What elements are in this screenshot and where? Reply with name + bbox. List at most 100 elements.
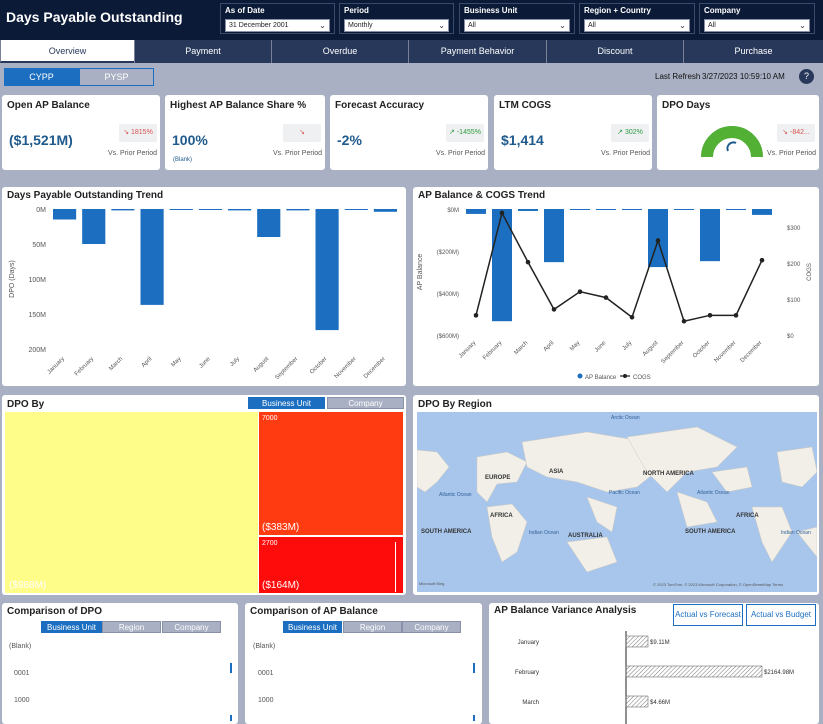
help-icon[interactable]: ?: [799, 69, 814, 84]
filter-label: Company: [704, 6, 741, 15]
filter-period[interactable]: Period Monthly ⌄: [339, 3, 454, 34]
y-tick-label: 150M: [28, 312, 46, 319]
dpo-by-card: DPO By Business Unit Company ($968M) 700…: [2, 395, 406, 595]
comp-dpo-company-button[interactable]: Company: [162, 621, 221, 633]
filter-label: Business Unit: [464, 6, 518, 15]
cypp-toggle[interactable]: CYPP: [4, 68, 79, 86]
y2-tick-label: $200: [787, 262, 801, 268]
kpi-card-open-ap-balance: Open AP Balance ($1,521M) ↘ 1815% Vs. Pr…: [2, 95, 160, 170]
tab-purchase[interactable]: Purchase: [683, 40, 823, 63]
kpi-period-label: Vs. Prior Period: [767, 150, 817, 157]
region-country-dropdown[interactable]: All ⌄: [584, 19, 690, 32]
x-tick-label: September: [660, 340, 685, 365]
company-dropdown[interactable]: All ⌄: [704, 19, 810, 32]
kpi-card-ltm-cogs: LTM COGS $1,414 ↗ 302% Vs. Prior Period: [494, 95, 652, 170]
filter-label: As of Date: [225, 6, 265, 15]
chevron-down-icon: ⌄: [319, 21, 326, 30]
kpi-badge: ↘ 1815%: [119, 124, 157, 142]
map-label: Arctic Ocean: [611, 415, 640, 421]
as-of-date-dropdown[interactable]: 31 December 2001 ⌄: [225, 19, 330, 32]
dpo-bar: [82, 209, 106, 244]
chart-title: DPO By: [7, 399, 45, 410]
chevron-down-icon: ⌄: [559, 21, 566, 30]
cogs-point: [629, 314, 635, 320]
comp-ap-region-button[interactable]: Region: [343, 621, 402, 633]
dpo-bar: [111, 209, 135, 211]
x-tick-label: October: [309, 356, 328, 375]
filter-business-unit[interactable]: Business Unit All ⌄: [459, 3, 575, 34]
treemap-cell[interactable]: 7000 ($383M): [258, 412, 403, 535]
dpo-bar: [53, 209, 77, 220]
kpi-card-dpo-days: DPO Days ↘ -842... Vs. Prior Period: [657, 95, 819, 170]
kpi-title: Highest AP Balance Share %: [170, 100, 307, 111]
dpo-trend-chart: 0M 50M 100M 150M 200M DPO (Days) January Februa…: [9, 207, 397, 381]
map-label: Atlantic Ocean: [697, 490, 730, 496]
kpi-badge: ↘: [283, 124, 321, 142]
ap-balance-bar: [752, 209, 772, 215]
legend-label: COGS: [633, 375, 651, 381]
chevron-down-icon: ⌄: [438, 21, 445, 30]
variance-data-label: $2164.98M: [764, 670, 794, 676]
comp-ap-company-button[interactable]: Company: [402, 621, 461, 633]
filter-as-of-date[interactable]: As of Date 31 December 2001 ⌄: [220, 3, 335, 34]
x-tick-label: June: [594, 340, 608, 354]
x-tick-label: May: [569, 340, 581, 352]
tab-payment[interactable]: Payment: [134, 40, 271, 63]
report-header: Days Payable Outstanding As of Date 31 D…: [0, 0, 823, 40]
chevron-down-icon: ⌄: [799, 21, 806, 30]
filter-region-country[interactable]: Region + Country All ⌄: [579, 3, 695, 34]
world-map[interactable]: [417, 412, 817, 592]
x-tick-label: March: [513, 340, 529, 356]
kpi-badge: ↗ 302%: [611, 124, 649, 142]
kpi-title: LTM COGS: [499, 100, 552, 111]
treemap-cell[interactable]: ($968M): [5, 412, 258, 593]
filter-company[interactable]: Company All ⌄: [699, 3, 815, 34]
y-tick-label: ($400M): [437, 292, 459, 298]
ap-balance-bar: [518, 209, 538, 211]
kpi-badge: ↘ -842...: [777, 124, 815, 142]
dpo-bar: [257, 209, 281, 237]
ap-balance-bar: [596, 209, 616, 210]
chart-title: Comparison of AP Balance: [250, 606, 378, 617]
tab-discount[interactable]: Discount: [546, 40, 683, 63]
x-tick-label: September: [274, 356, 299, 381]
tab-overdue[interactable]: Overdue: [271, 40, 408, 63]
map-copyright[interactable]: © 2023 TomTom, © 2023 Microsoft Corporat…: [653, 582, 783, 587]
y-tick-label: 0M: [36, 207, 46, 214]
row-label: 0001: [14, 670, 30, 677]
period-dropdown[interactable]: Monthly ⌄: [344, 19, 449, 32]
filter-label: Period: [344, 6, 369, 15]
bar: [230, 663, 232, 673]
treemap-cell[interactable]: 2700 ($164M): [258, 536, 403, 593]
x-tick-label: July: [229, 356, 241, 368]
kpi-note: (Blank): [173, 157, 193, 163]
comp-ap-business-unit-button[interactable]: Business Unit: [283, 621, 342, 633]
treemap-cell-value: ($383M): [262, 522, 300, 533]
tab-overview[interactable]: Overview: [0, 40, 134, 63]
comp-dpo-region-button[interactable]: Region: [102, 621, 161, 633]
cogs-point: [525, 259, 531, 265]
dpo-bar: [315, 209, 339, 331]
cogs-point: [499, 210, 505, 216]
legend-label: AP Balance: [585, 375, 617, 381]
treemap-cell-value: ($164M): [262, 580, 300, 591]
business-unit-dropdown[interactable]: All ⌄: [464, 19, 570, 32]
row-label: (Blank): [9, 643, 32, 650]
cogs-point: [759, 257, 765, 263]
treemap-small-cells[interactable]: [395, 542, 401, 592]
dpo-by-business-unit-button[interactable]: Business Unit: [248, 397, 325, 409]
ap-cogs-trend-chart: $0M ($200M) ($400M) ($600M) $300 $200 $100 $0 AP…: [417, 208, 813, 381]
bar: [473, 715, 475, 721]
dpo-bar: [344, 209, 368, 210]
cogs-point: [577, 289, 583, 294]
pysp-toggle[interactable]: PYSP: [79, 68, 154, 86]
dpo-by-region-card: DPO By Region Arctic Ocean EUROPE ASIA N…: [413, 395, 819, 595]
cogs-point: [655, 238, 661, 243]
kpi-card-highest-ap-share: Highest AP Balance Share % 100% (Blank) …: [165, 95, 325, 170]
variance-bar: [625, 665, 763, 678]
kpi-title: Forecast Accuracy: [335, 100, 425, 111]
tab-payment-behavior[interactable]: Payment Behavior: [408, 40, 546, 63]
cogs-point: [681, 318, 687, 324]
comp-dpo-business-unit-button[interactable]: Business Unit: [41, 621, 102, 633]
dpo-by-company-button[interactable]: Company: [327, 397, 404, 409]
